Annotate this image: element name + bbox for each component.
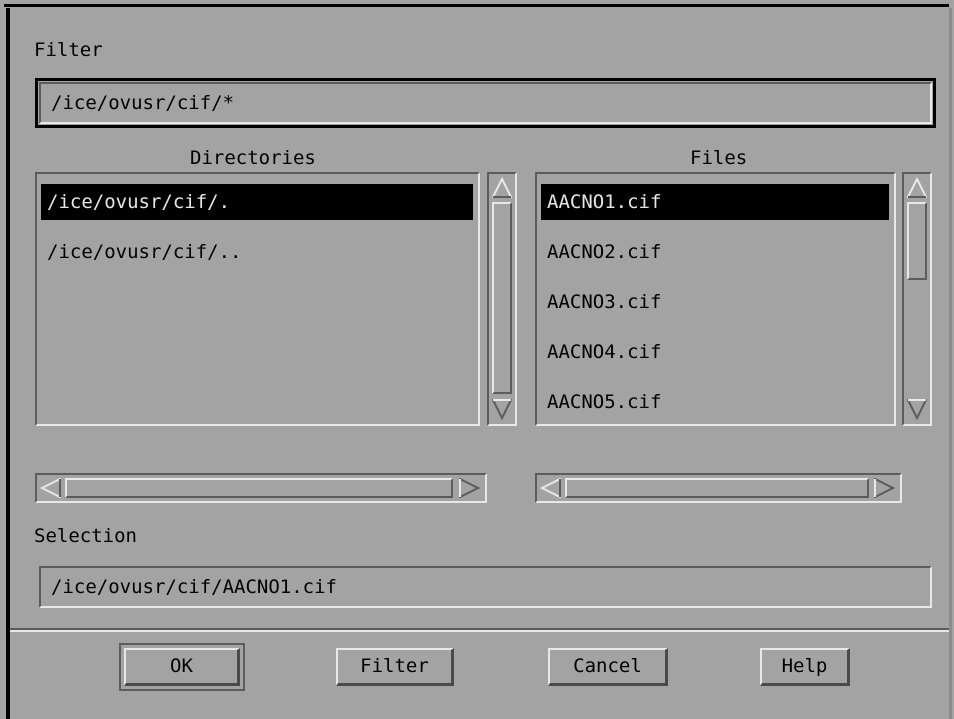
arrow-right-icon[interactable] bbox=[458, 478, 480, 498]
file-item[interactable]: AACNO3.cif bbox=[541, 284, 889, 320]
arrow-left-icon[interactable] bbox=[540, 478, 562, 498]
window-frame-right bbox=[949, 8, 952, 719]
files-scroll-thumb[interactable] bbox=[907, 202, 927, 280]
directory-item[interactable]: /ice/ovusr/cif/. bbox=[41, 184, 473, 220]
ok-button[interactable]: OK bbox=[119, 643, 245, 691]
files-list[interactable]: AACNO1.cif AACNO2.cif AACNO3.cif AACNO4.… bbox=[535, 172, 896, 426]
filter-button[interactable]: Filter bbox=[336, 648, 454, 686]
arrow-left-icon[interactable] bbox=[40, 478, 62, 498]
directories-horizontal-scrollbar[interactable] bbox=[35, 473, 487, 503]
file-selection-dialog: Filter /ice/ovusr/cif/* Directories File… bbox=[10, 7, 949, 719]
file-item[interactable]: AACNO5.cif bbox=[541, 384, 889, 420]
files-hscroll-thumb[interactable] bbox=[565, 478, 869, 498]
file-item[interactable]: AACNO4.cif bbox=[541, 334, 889, 370]
file-item[interactable]: AACNO1.cif bbox=[541, 184, 889, 220]
selection-input[interactable]: /ice/ovusr/cif/AACNO1.cif bbox=[39, 566, 932, 608]
directories-label: Directories bbox=[190, 147, 316, 169]
directory-item[interactable]: /ice/ovusr/cif/.. bbox=[41, 234, 473, 270]
help-button[interactable]: Help bbox=[760, 648, 850, 686]
button-area-separator bbox=[10, 628, 949, 632]
directories-vertical-scrollbar[interactable] bbox=[487, 172, 517, 426]
arrow-down-icon[interactable] bbox=[492, 398, 512, 420]
cancel-button[interactable]: Cancel bbox=[548, 648, 668, 686]
files-horizontal-scrollbar[interactable] bbox=[535, 473, 902, 503]
files-label: Files bbox=[690, 147, 748, 169]
directories-hscroll-thumb[interactable] bbox=[65, 478, 453, 498]
selection-label: Selection bbox=[34, 525, 137, 547]
arrow-down-icon[interactable] bbox=[907, 398, 927, 420]
arrow-up-icon[interactable] bbox=[492, 177, 512, 199]
files-vertical-scrollbar[interactable] bbox=[902, 172, 932, 426]
file-item[interactable]: AACNO2.cif bbox=[541, 234, 889, 270]
arrow-right-icon[interactable] bbox=[873, 478, 895, 498]
arrow-up-icon[interactable] bbox=[907, 177, 927, 199]
filter-label: Filter bbox=[34, 39, 103, 61]
directories-list[interactable]: /ice/ovusr/cif/. /ice/ovusr/cif/.. bbox=[35, 172, 480, 426]
directories-scroll-thumb[interactable] bbox=[492, 202, 512, 394]
filter-input[interactable]: /ice/ovusr/cif/* bbox=[35, 78, 936, 128]
